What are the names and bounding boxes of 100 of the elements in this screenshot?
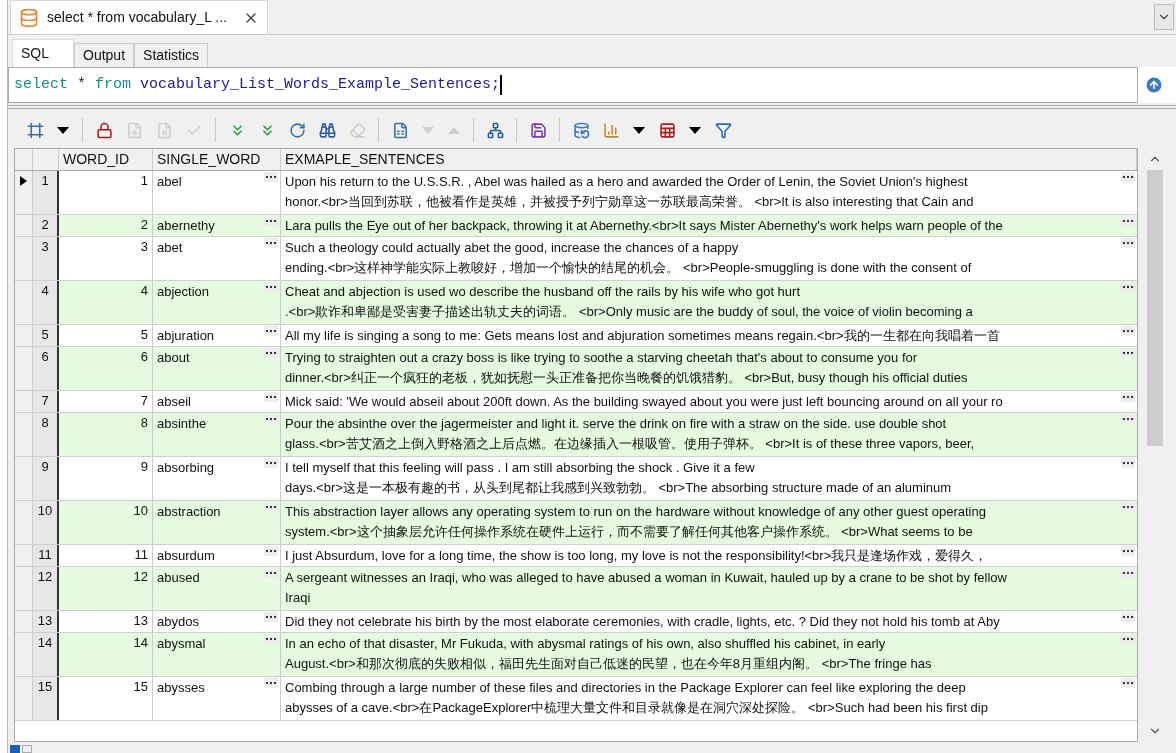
- ellipsis-button[interactable]: [264, 238, 278, 248]
- table-cell-text: abet: [157, 239, 183, 257]
- row-marker[interactable]: [15, 501, 33, 544]
- ellipsis-button[interactable]: [264, 634, 278, 644]
- ellipsis-button[interactable]: [1121, 216, 1135, 226]
- ellipsis-button[interactable]: [264, 612, 278, 622]
- table-cell-text: 7: [140, 392, 148, 410]
- row-marker[interactable]: [15, 391, 33, 412]
- ellipsis-button[interactable]: [1121, 546, 1135, 556]
- database-icon: [19, 7, 39, 28]
- bar-chart-icon[interactable]: [602, 121, 620, 139]
- ellipsis-button[interactable]: [264, 458, 278, 468]
- row-number: 11: [38, 546, 52, 564]
- table-cell-text: absurdum: [157, 547, 215, 565]
- table-cell-text: 11: [134, 546, 148, 564]
- tab[interactable]: Output: [74, 43, 135, 67]
- ellipsis-button[interactable]: [1121, 678, 1135, 688]
- ellipsis-button[interactable]: [1121, 612, 1135, 622]
- ellipsis-button[interactable]: [1121, 238, 1135, 248]
- table-cell-text: Trying to straighten out a crazy boss is like trying to soothe a starving cheetah that's about to consume you for dinner.<br>纠正一个疯狂的老板，犹如抚慰一头正准备把你当晚餐的饥饿猎豹。 <br>But, busy though his official duties: [285, 349, 968, 387]
- lock-icon[interactable]: [95, 121, 113, 139]
- table-cell-text: Did they not celebrate his birth by the most elaborate ceremonies, with cradle, lights, etc. ? Did they not hold his tomb at Aby: [285, 613, 1000, 631]
- ellipsis-button[interactable]: [264, 546, 278, 556]
- table-cell-text: Cheat and abjection is used wo describe the husband off the rails by his wife who got hurt .<br>欺诈和卑鄙是受害妻子描述出轨丈夫的词语。 <br>Only music are the buddy of soul, the voice of violin becoming a: [285, 283, 973, 321]
- row-number: 2: [41, 216, 49, 234]
- save-icon[interactable]: [529, 121, 547, 139]
- row-marker[interactable]: [15, 545, 33, 566]
- column-header[interactable]: WORD_ID: [59, 149, 134, 170]
- row-number: 15: [37, 678, 53, 696]
- row-marker[interactable]: [15, 677, 33, 720]
- form-icon[interactable]: [391, 121, 409, 139]
- table-cell-text: 4: [140, 282, 148, 300]
- table-cell-text: absorbing: [157, 459, 215, 477]
- ellipsis-button[interactable]: [264, 568, 278, 578]
- tab[interactable]: SQL: [12, 39, 74, 67]
- row-marker[interactable]: [15, 347, 33, 390]
- tree-icon[interactable]: [486, 121, 504, 139]
- caret-icon[interactable]: [57, 126, 69, 134]
- ellipsis-button[interactable]: [1121, 634, 1135, 644]
- refresh-icon[interactable]: [288, 121, 306, 139]
- database-icon[interactable]: [572, 121, 590, 139]
- editor-tab[interactable]: select * from vocabulary_L ...: [10, 0, 268, 34]
- tab-title: select * from vocabulary_L ...: [47, 8, 227, 27]
- binoculars-icon[interactable]: [318, 121, 336, 139]
- row-number: 14: [37, 634, 53, 652]
- table-cell-text: abjuration: [157, 327, 215, 345]
- table-cell-text: Mick said: 'We would abseil about 200ft down. As the building swayed about you were just left bouncing around on all your ro: [285, 393, 1003, 411]
- row-marker[interactable]: [15, 611, 33, 632]
- row-marker[interactable]: [15, 413, 33, 456]
- ellipsis-button[interactable]: [1121, 414, 1135, 424]
- table-cell-text: Combing through a large number of these files and directories in the Package Explorer can feel like exploring the deep abysses of a cave.<br>在PackageExplorer中梳理大量文件和目录就像是在洞穴深处探险。 <br>Such had been his first dip: [285, 679, 988, 717]
- table-cell-text: All my life is singing a song to me: Gets means lost and abjuration sometimes means regain.<br>我的一生都在向我唱着一首: [285, 327, 1000, 345]
- row-marker[interactable]: [15, 215, 33, 236]
- table-cell-text: Lara pulls the Eye out of her backpack, throwing it at Abernethy.<br>It says Mister Abernethy's work helps warn people of the: [285, 217, 1003, 235]
- table-cell-text: Pour the absinthe over the jagermeister and light it. serve the drink on fire with a straw on the side. use double shot glass.<br>苦艾酒之上倒入野格酒之上后点燃。在边缘插入一根吸管。使用子弹杯。 <br>It is of these three vapors, beer,: [285, 415, 975, 453]
- scrollbar-thumb[interactable]: [1147, 170, 1163, 446]
- row-number: 6: [41, 348, 49, 366]
- ellipsis-button[interactable]: [264, 172, 278, 182]
- ellipsis-button[interactable]: [264, 282, 278, 292]
- table-icon[interactable]: [658, 121, 676, 139]
- ellipsis-button[interactable]: [264, 326, 278, 336]
- ellipsis-button[interactable]: [264, 348, 278, 358]
- ellipsis-button[interactable]: [264, 216, 278, 226]
- tab-list-button[interactable]: [1154, 4, 1174, 30]
- column-header[interactable]: SINGLE_WORD: [153, 149, 265, 170]
- row-number: 10: [37, 502, 53, 520]
- caret-icon[interactable]: [633, 126, 645, 134]
- row-marker[interactable]: [15, 171, 33, 214]
- sql-editor[interactable]: select * from vocabulary_List_Words_Example_Sentences;: [8, 67, 1138, 103]
- ellipsis-button[interactable]: [1121, 172, 1135, 182]
- row-marker[interactable]: [15, 633, 33, 676]
- row-marker[interactable]: [15, 457, 33, 500]
- upload-icon[interactable]: [1144, 75, 1164, 95]
- ellipsis-button[interactable]: [264, 678, 278, 688]
- row-number: 12: [37, 568, 53, 586]
- ellipsis-button[interactable]: [1121, 326, 1135, 336]
- tab[interactable]: Statistics: [134, 43, 209, 67]
- row-marker[interactable]: [15, 281, 33, 324]
- filter-icon[interactable]: [714, 121, 732, 139]
- table-cell-text: 14: [133, 634, 148, 652]
- ellipsis-button[interactable]: [264, 392, 278, 402]
- ellipsis-button[interactable]: [1121, 348, 1135, 358]
- caret-icon[interactable]: [689, 126, 701, 134]
- ellipsis-button[interactable]: [264, 502, 278, 512]
- ellipsis-button[interactable]: [1121, 458, 1135, 468]
- ellipsis-button[interactable]: [1121, 568, 1135, 578]
- ellipsis-button[interactable]: [1121, 282, 1135, 292]
- column-header[interactable]: EXMAPLE_SENTENCES: [281, 149, 449, 170]
- row-marker[interactable]: [15, 567, 33, 610]
- ellipsis-button[interactable]: [1121, 502, 1135, 512]
- select-grid-icon[interactable]: [26, 121, 44, 139]
- table-cell-text: 5: [140, 326, 148, 344]
- row-marker[interactable]: [15, 325, 33, 346]
- ellipsis-button[interactable]: [1121, 392, 1135, 402]
- ellipsis-button[interactable]: [264, 414, 278, 424]
- table-cell-text: about: [157, 349, 190, 367]
- row-marker[interactable]: [15, 237, 33, 280]
- table-cell-text: absinthe: [157, 415, 207, 433]
- table-cell-text: abysmal: [157, 635, 206, 653]
- table-cell-text: abel: [157, 173, 182, 191]
